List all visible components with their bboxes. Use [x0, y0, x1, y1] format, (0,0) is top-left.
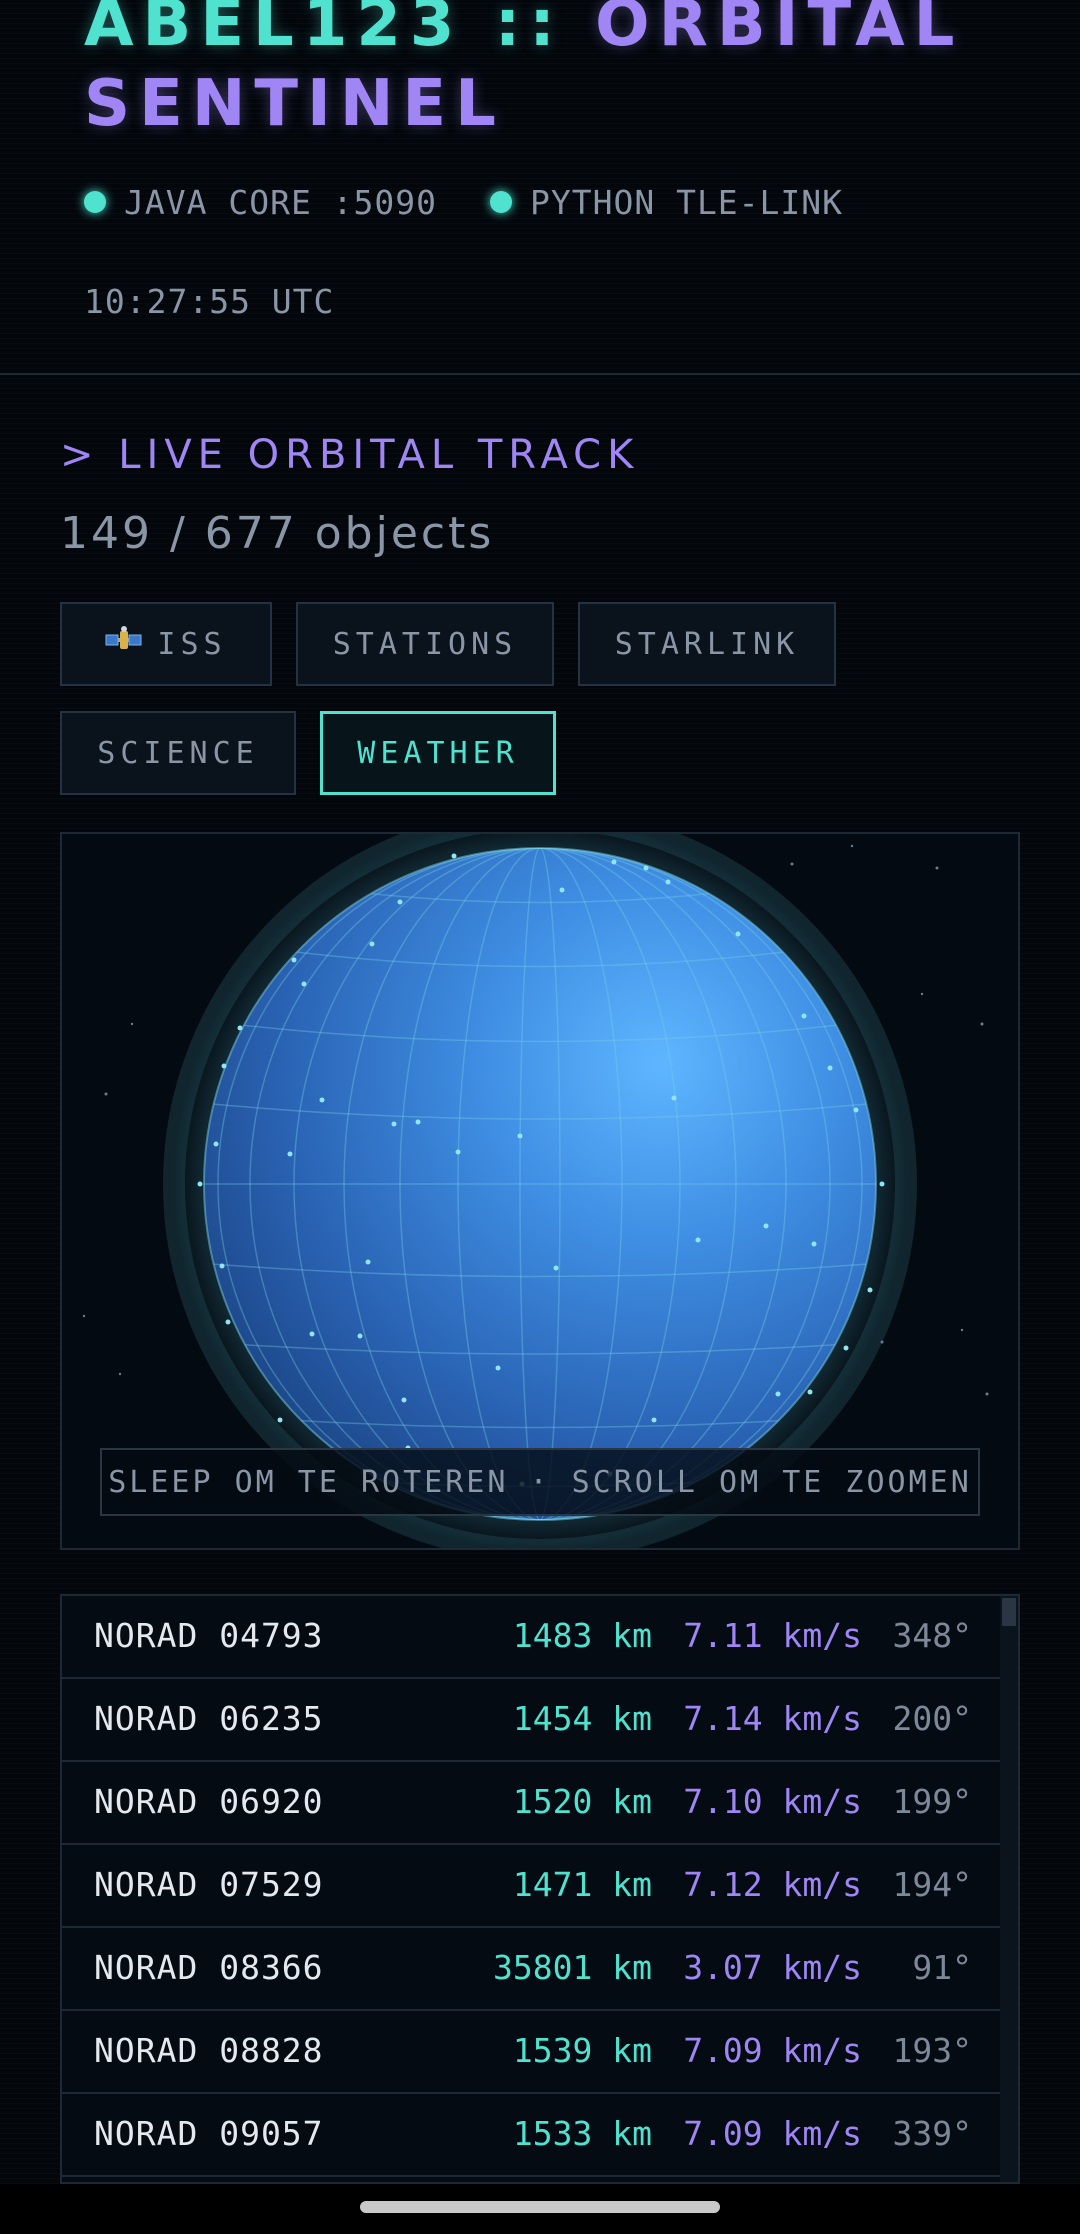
table-row[interactable]: NORAD 06920 1520 km 7.10 km/s 199°	[62, 1762, 1002, 1845]
utc-clock: 10:27:55 UTC	[84, 282, 335, 321]
java-core-status: JAVA CORE :5090	[84, 183, 437, 222]
norad-id: NORAD 08828	[94, 2031, 324, 2070]
altitude-value: 1483 km	[512, 1616, 652, 1655]
filter-science-label: SCIENCE	[97, 735, 259, 771]
table-row[interactable]: NORAD 04793 1483 km 7.11 km/s 348°	[62, 1596, 1002, 1679]
table-row[interactable]: NORAD 07529 1471 km 7.12 km/s 194°	[62, 1845, 1002, 1928]
globe-controls-hint: SLEEP OM TE ROTEREN · SCROLL OM TE ZOOME…	[100, 1448, 980, 1516]
table-row[interactable]: NORAD 08828 1539 km 7.09 km/s 193°	[62, 2011, 1002, 2094]
status-online-icon	[490, 190, 512, 213]
object-count: 149 / 677 objects	[60, 508, 495, 559]
altitude-value: 1520 km	[512, 1782, 652, 1821]
velocity-value: 7.14 km/s	[683, 1699, 862, 1738]
heading-value: 200°	[892, 1699, 972, 1738]
norad-id: NORAD 07529	[94, 1865, 324, 1904]
python-tle-status: PYTHON TLE-LINK	[490, 183, 843, 222]
filter-starlink-label: STARLINK	[614, 626, 800, 662]
filter-stations-button[interactable]: STATIONS	[296, 602, 554, 686]
java-core-status-label: JAVA CORE :5090	[124, 183, 438, 222]
norad-id: NORAD 08366	[94, 1948, 324, 1987]
python-tle-status-label: PYTHON TLE-LINK	[530, 183, 844, 222]
filter-stations-label: STATIONS	[332, 626, 518, 662]
table-row[interactable]: NORAD 08366 35801 km 3.07 km/s 91°	[62, 1928, 1002, 2011]
filter-starlink-button[interactable]: STARLINK	[578, 602, 836, 686]
heading-value: 339°	[892, 2114, 972, 2153]
velocity-value: 7.09 km/s	[683, 2114, 862, 2153]
heading-value: 194°	[892, 1865, 972, 1904]
filter-iss-label: ISS	[157, 626, 227, 662]
app-title-user: ABEL123 ::	[84, 0, 564, 61]
satellite-icon	[105, 625, 143, 663]
filter-science-button[interactable]: SCIENCE	[60, 711, 296, 795]
status-online-icon	[84, 190, 106, 213]
altitude-value: 1533 km	[512, 2114, 652, 2153]
norad-id: NORAD 04793	[94, 1616, 324, 1655]
heading-value: 348°	[892, 1616, 972, 1655]
velocity-value: 7.10 km/s	[683, 1782, 862, 1821]
norad-id: NORAD 09057	[94, 2114, 324, 2153]
filter-weather-button[interactable]: WEATHER	[320, 711, 556, 795]
heading-value: 91°	[912, 1948, 972, 1987]
altitude-value: 35801 km	[493, 1948, 652, 1987]
home-indicator[interactable]	[360, 2201, 720, 2213]
velocity-value: 7.12 km/s	[683, 1865, 862, 1904]
globe-canvas[interactable]	[62, 834, 1020, 1550]
table-scrollbar[interactable]	[1000, 1596, 1018, 2182]
table-row[interactable]: NORAD 06235 1454 km 7.14 km/s 200°	[62, 1679, 1002, 1762]
velocity-value: 7.09 km/s	[683, 2031, 862, 2070]
velocity-value: 7.11 km/s	[683, 1616, 862, 1655]
heading-value: 199°	[892, 1782, 972, 1821]
velocity-value: 3.07 km/s	[683, 1948, 862, 1987]
filter-weather-label: WEATHER	[357, 735, 519, 771]
table-row[interactable]: NORAD 09057 1533 km 7.09 km/s 339°	[62, 2094, 1002, 2177]
app-title: ABEL123 :: ORBITAL SENTINEL	[84, 0, 1044, 144]
filter-iss-button[interactable]: ISS	[60, 602, 272, 686]
altitude-value: 1539 km	[512, 2031, 652, 2070]
objects-table[interactable]: NORAD 04793 1483 km 7.11 km/s 348° NORAD…	[60, 1594, 1020, 2184]
section-title: > LIVE ORBITAL TRACK	[60, 432, 640, 478]
norad-id: NORAD 06235	[94, 1699, 324, 1738]
globe-viewport[interactable]: SLEEP OM TE ROTEREN · SCROLL OM TE ZOOME…	[60, 832, 1020, 1550]
norad-id: NORAD 06920	[94, 1782, 324, 1821]
heading-value: 193°	[892, 2031, 972, 2070]
header-divider	[0, 373, 1080, 375]
table-scrollbar-thumb[interactable]	[1002, 1598, 1016, 1626]
altitude-value: 1454 km	[512, 1699, 652, 1738]
altitude-value: 1471 km	[512, 1865, 652, 1904]
